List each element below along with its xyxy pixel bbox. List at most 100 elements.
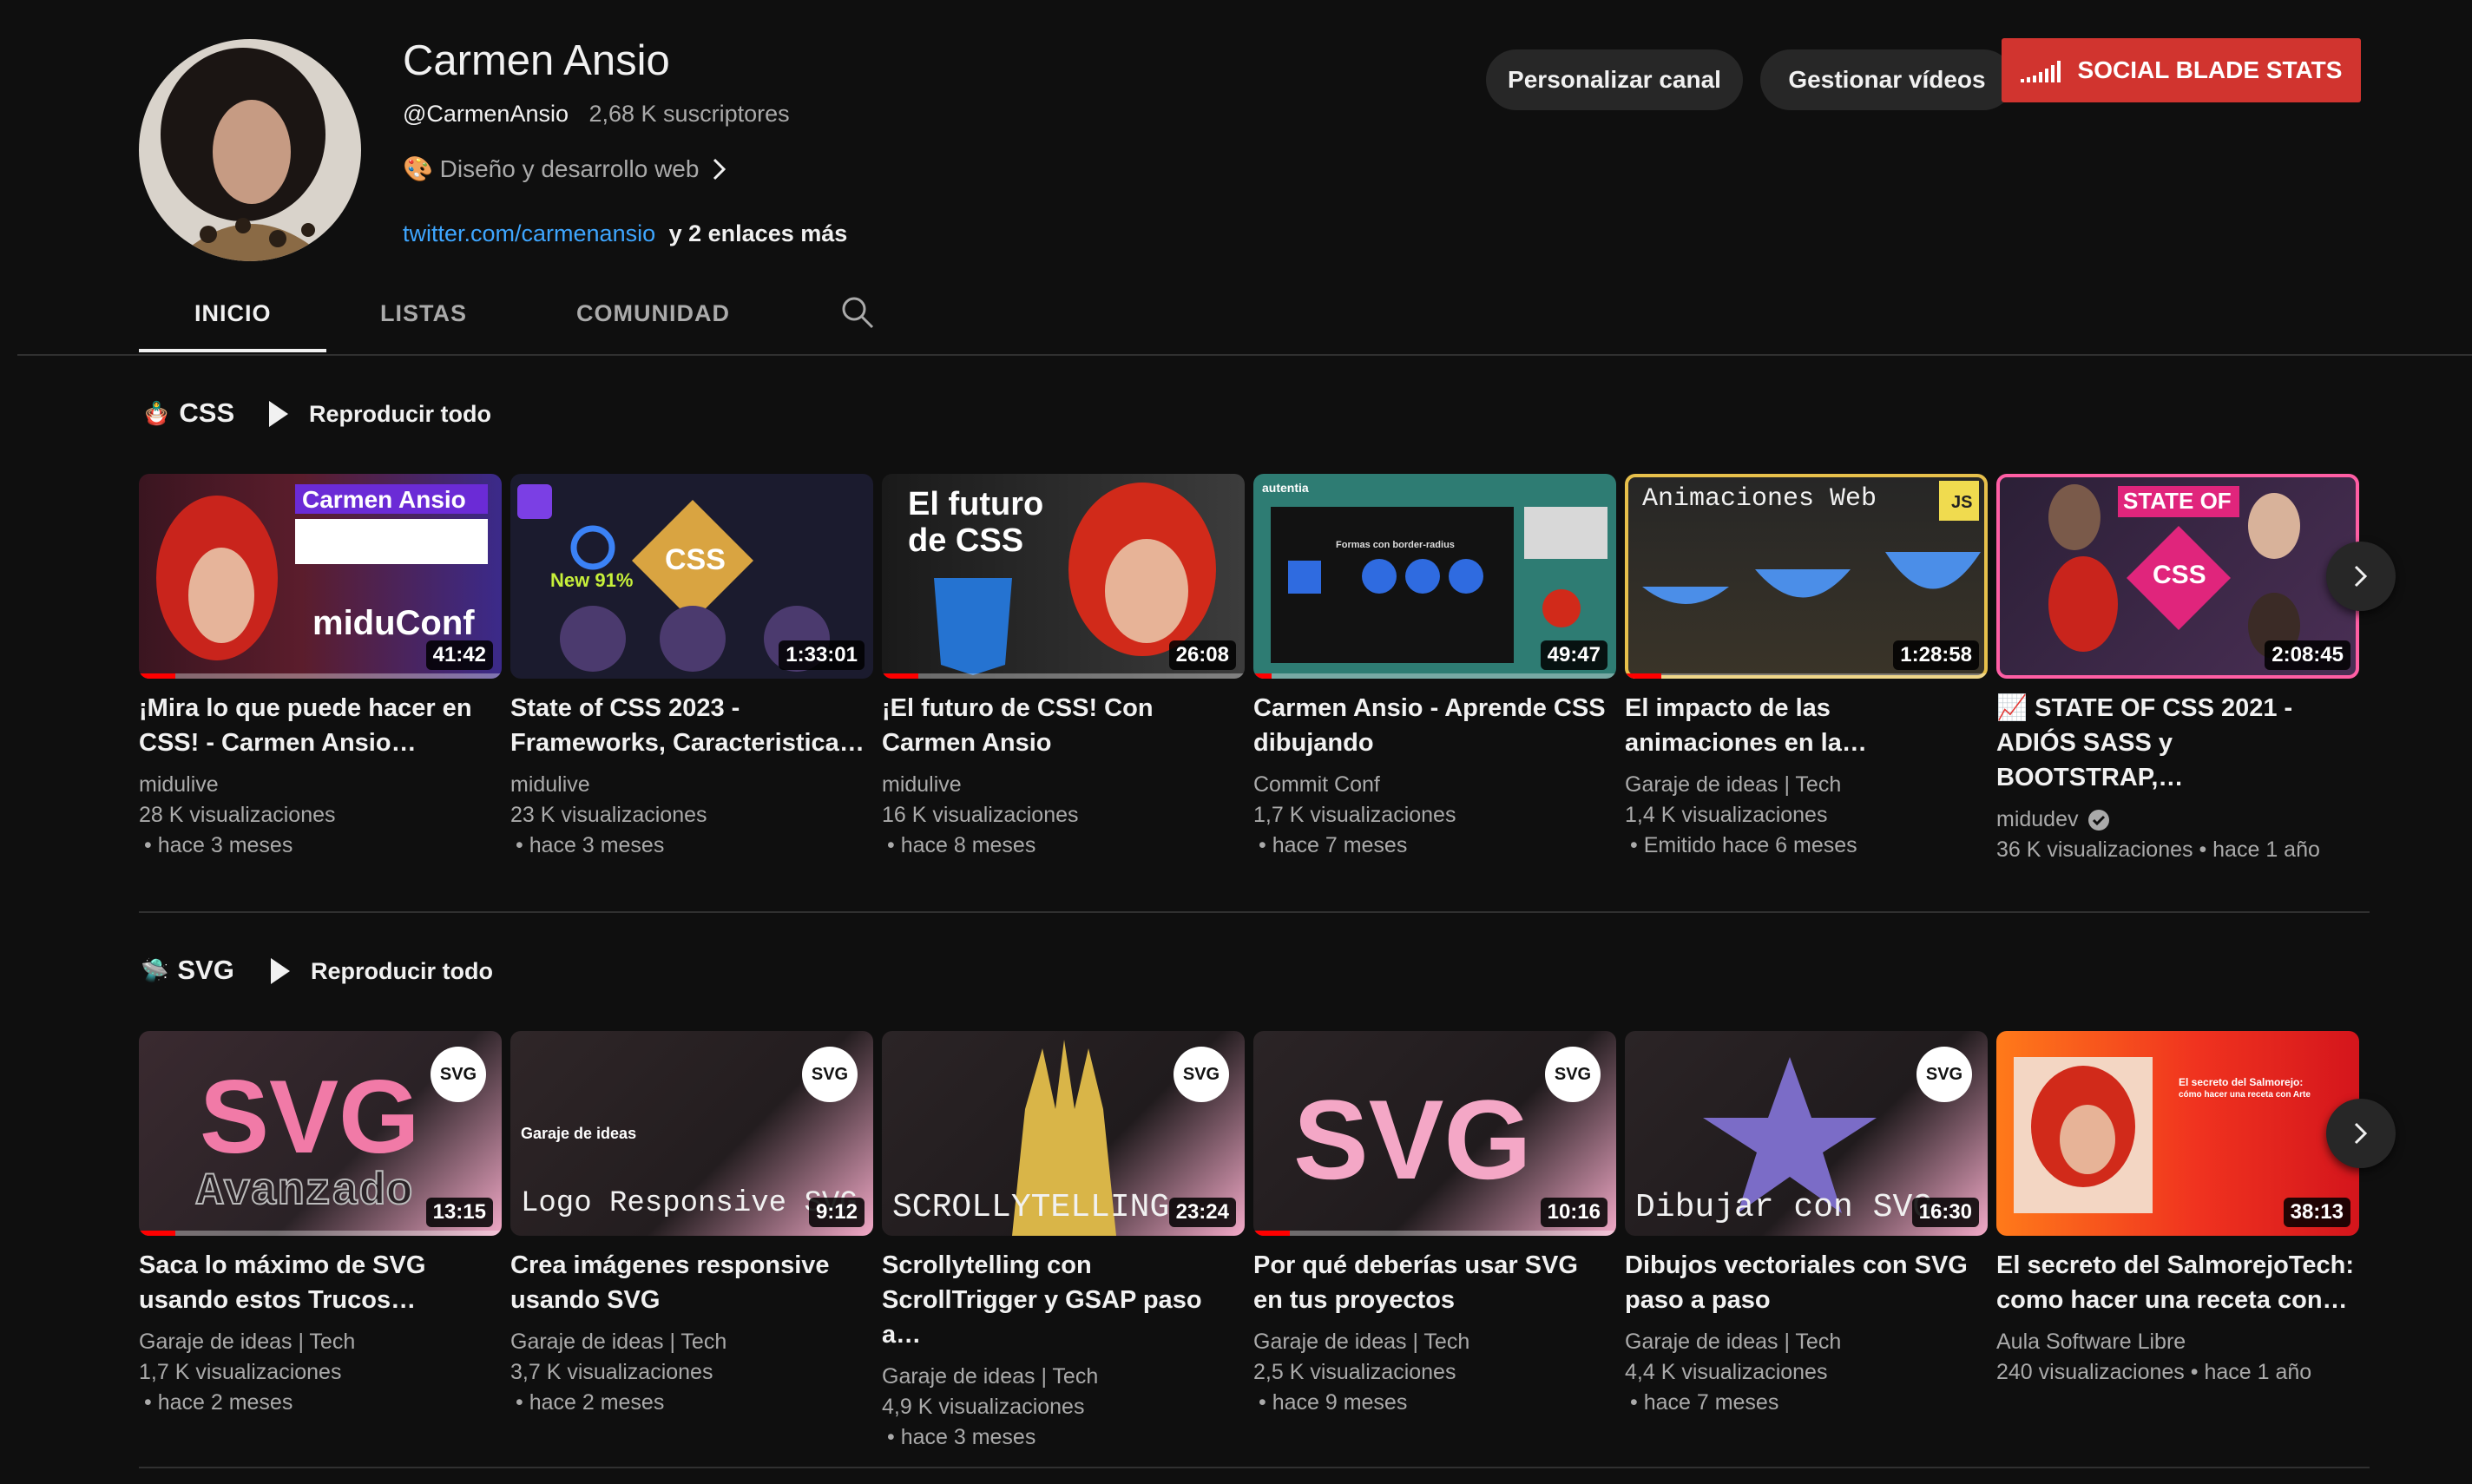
video-age: • hace 3 meses — [144, 833, 293, 857]
video-thumbnail[interactable]: SVG SVG 10:16 — [1253, 1031, 1616, 1236]
video-info: ¡Mira lo que puede hacer en CSS! - Carme… — [139, 691, 502, 858]
video-channel[interactable]: Garaje de ideas | Tech — [1625, 1330, 1988, 1355]
video-channel[interactable]: Garaje de ideas | Tech — [510, 1330, 873, 1355]
video-thumbnail[interactable]: El futuro de CSS 26:08 — [882, 474, 1245, 679]
video-info: Dibujos vectoriales con SVG paso a paso … — [1625, 1248, 1988, 1415]
video-views: 1,7 K visualizaciones — [1253, 803, 1456, 827]
video-views: 28 K visualizaciones — [139, 803, 336, 827]
play-all-svg-button[interactable]: Reproducir todo — [269, 956, 493, 986]
video-title-line2[interactable]: usando SVG — [510, 1283, 873, 1317]
video-thumbnail[interactable]: SCROLLYTELLING SVG 23:24 — [882, 1031, 1245, 1236]
signal-bars-icon — [2020, 61, 2061, 82]
video-title[interactable]: 📈 STATE OF CSS 2021 - — [1996, 691, 2359, 726]
video-thumbnail[interactable]: El secreto del Salmorejo: cómo hacer una… — [1996, 1031, 2359, 1236]
more-links[interactable]: y 2 enlaces más — [669, 220, 848, 246]
video-age: • hace 2 meses — [516, 1390, 665, 1415]
video-channel[interactable]: Commit Conf — [1253, 772, 1616, 798]
video-title-line2[interactable]: Carmen Ansio — [882, 726, 1245, 760]
video-title[interactable]: ¡El futuro de CSS! Con — [882, 691, 1245, 726]
video-channel[interactable]: midulive — [139, 772, 502, 798]
video-age: • hace 3 meses — [887, 1425, 1036, 1449]
progress-track — [139, 1231, 502, 1236]
video-title-line2[interactable]: ADIÓS SASS y BOOTSTRAP,… — [1996, 726, 2359, 795]
channel-name: Carmen Ansio — [403, 37, 670, 84]
video-info: El impacto de las animaciones en la… Gar… — [1625, 691, 1988, 858]
shelf-next-button[interactable] — [2326, 1099, 2396, 1168]
social-blade-button[interactable]: SOCIAL BLADE STATS — [2002, 38, 2361, 102]
video-channel[interactable]: midudev — [1996, 807, 2079, 832]
video-channel[interactable]: Aula Software Libre — [1996, 1330, 2359, 1355]
video-title-line2[interactable]: CSS! - Carmen Ansio… — [139, 726, 502, 760]
video-title[interactable]: State of CSS 2023 - — [510, 691, 873, 726]
video-title-line2[interactable]: animaciones en la… — [1625, 726, 1988, 760]
video-duration: 41:42 — [425, 640, 493, 670]
video-title[interactable]: Dibujos vectoriales con SVG — [1625, 1248, 1988, 1283]
video-thumbnail[interactable]: STATE OF CSS 2:08:45 — [1996, 474, 2359, 679]
video-title-line2[interactable]: dibujando — [1253, 726, 1616, 760]
twitter-link[interactable]: twitter.com/carmenansio — [403, 220, 655, 246]
video-title[interactable]: El secreto del SalmorejoTech: — [1996, 1248, 2359, 1283]
manage-videos-button[interactable]: Gestionar vídeos — [1760, 49, 2014, 110]
video-title-line2[interactable]: en tus proyectos — [1253, 1283, 1616, 1317]
chevron-right-icon — [2354, 565, 2368, 588]
video-info: 📈 STATE OF CSS 2021 - ADIÓS SASS y BOOTS… — [1996, 691, 2359, 863]
video-title[interactable]: El impacto de las — [1625, 691, 1988, 726]
play-icon — [269, 401, 288, 427]
progress-track — [1253, 673, 1616, 679]
chevron-right-icon — [713, 158, 726, 180]
customize-channel-button[interactable]: Personalizar canal — [1486, 49, 1743, 110]
video-thumbnail[interactable]: Dibujar con SVG SVG 16:30 — [1625, 1031, 1988, 1236]
channel-avatar[interactable] — [139, 39, 361, 261]
video-title-line2[interactable]: ScrollTrigger y GSAP paso a… — [882, 1283, 1245, 1352]
video-title[interactable]: Saca lo máximo de SVG — [139, 1248, 502, 1283]
video-thumbnail[interactable]: CSS New 91% 1:33:01 — [510, 474, 873, 679]
thumb-title-text: SVG — [200, 1059, 420, 1175]
search-icon[interactable] — [840, 295, 875, 330]
video-title[interactable]: Carmen Ansio - Aprende CSS — [1253, 691, 1616, 726]
video-thumbnail[interactable]: Carmen Ansio miduConf 41:42 — [139, 474, 502, 679]
video-views: 23 K visualizaciones — [510, 803, 707, 827]
video-title[interactable]: ¡Mira lo que puede hacer en — [139, 691, 502, 726]
video-title[interactable]: Crea imágenes responsive — [510, 1248, 873, 1283]
svg-logo-badge: SVG — [1916, 1047, 1972, 1102]
video-thumbnail[interactable]: SVG Avanzado SVG 13:15 — [139, 1031, 502, 1236]
video-duration: 1:33:01 — [779, 640, 865, 670]
video-channel[interactable]: Garaje de ideas | Tech — [1625, 772, 1988, 798]
channel-description[interactable]: 🎨 Diseño y desarrollo web — [403, 154, 730, 183]
tab-comunidad[interactable]: COMUNIDAD — [576, 300, 730, 327]
video-duration: 9:12 — [808, 1198, 865, 1227]
play-all-css-button[interactable]: Reproducir todo — [267, 399, 491, 429]
progress-track — [882, 673, 1245, 679]
progress-track — [1253, 1231, 1616, 1236]
video-channel[interactable]: Garaje de ideas | Tech — [882, 1364, 1245, 1389]
video-title-line2[interactable]: paso a paso — [1625, 1283, 1988, 1317]
thumb-title-text: SVG — [1293, 1076, 1532, 1203]
video-thumbnail[interactable]: Animaciones Web JS 1:28:58 — [1625, 474, 1988, 679]
shelf-title-text: SVG — [177, 955, 234, 985]
video-title-line2[interactable]: usando estos Trucos… — [139, 1283, 502, 1317]
watch-progress — [139, 673, 175, 679]
video-channel[interactable]: midulive — [882, 772, 1245, 798]
header-divider — [17, 354, 2472, 356]
video-views: 3,7 K visualizaciones — [510, 1360, 713, 1384]
video-title[interactable]: Por qué deberías usar SVG — [1253, 1248, 1616, 1283]
video-thumbnail[interactable]: Garaje de ideas Logo Responsive SVG SVG … — [510, 1031, 873, 1236]
video-channel[interactable]: Garaje de ideas | Tech — [139, 1330, 502, 1355]
thumb-sub-text: Logo Responsive SVG — [521, 1187, 858, 1220]
video-channel[interactable]: midulive — [510, 772, 873, 798]
social-blade-label: SOCIAL BLADE STATS — [2077, 56, 2343, 83]
thumb-title-text: SCROLLYTELLING — [892, 1189, 1170, 1226]
thumb-sub-text: miduConf — [312, 604, 475, 642]
video-views: 4,9 K visualizaciones — [882, 1395, 1085, 1419]
shelf-next-button[interactable] — [2326, 542, 2396, 611]
thumb-sub-text: cómo hacer una receta con Arte — [2179, 1090, 2311, 1100]
video-channel[interactable]: Garaje de ideas | Tech — [1253, 1330, 1616, 1355]
video-title[interactable]: Scrollytelling con — [882, 1248, 1245, 1283]
tab-inicio[interactable]: INICIO — [194, 300, 272, 327]
video-title-line2[interactable]: como hacer una receta con… — [1996, 1283, 2359, 1317]
video-duration: 1:28:58 — [1893, 640, 1979, 670]
video-title-line2[interactable]: Frameworks, Caracteristica… — [510, 726, 873, 760]
thumb-sub-text: JS — [1951, 493, 1973, 512]
video-thumbnail[interactable]: autentia Formas con border-radius 49:47 — [1253, 474, 1616, 679]
tab-listas[interactable]: LISTAS — [380, 300, 467, 327]
